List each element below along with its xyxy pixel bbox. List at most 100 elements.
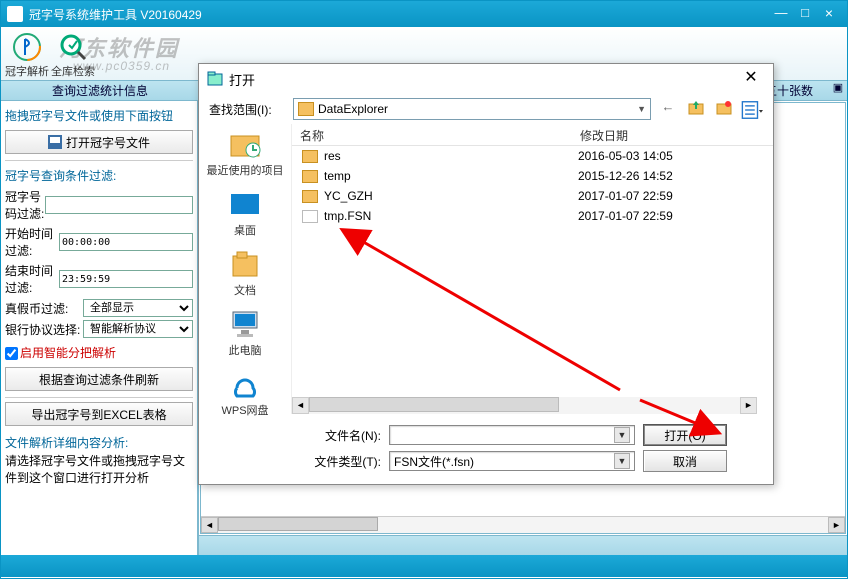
start-time-label: 开始时间过滤: <box>5 225 59 259</box>
place-documents-label: 文档 <box>199 282 291 298</box>
folder-icon <box>302 150 318 163</box>
view-menu-button[interactable] <box>741 99 763 119</box>
floppy-icon <box>48 135 62 149</box>
file-name: YC_GZH <box>324 189 578 203</box>
stats-header-label: 查询过滤统计信息 <box>1 81 199 100</box>
col-name[interactable]: 名称 <box>292 124 572 145</box>
look-in-value: DataExplorer <box>318 102 388 116</box>
place-documents[interactable]: 文档 <box>199 248 291 298</box>
file-row[interactable]: temp2015-12-26 14:52 <box>292 166 773 186</box>
place-recent-label: 最近使用的项目 <box>199 162 291 178</box>
tool-parse[interactable]: 冠字解析 <box>5 29 49 79</box>
filename-combo[interactable]: ▼ <box>389 425 635 445</box>
export-label: 导出冠字号到EXCEL表格 <box>31 406 166 423</box>
place-computer-label: 此电脑 <box>199 342 291 358</box>
look-in-label: 查找范围(I): <box>209 101 287 118</box>
nav-back-button[interactable]: ← <box>657 99 679 119</box>
file-date: 2017-01-07 22:59 <box>578 209 738 223</box>
chevron-down-icon: ▼ <box>614 427 630 443</box>
place-recent[interactable]: 最近使用的项目 <box>199 128 291 178</box>
filetype-label: 文件类型(T): <box>211 453 381 470</box>
open-file-button[interactable]: 打开冠字号文件 <box>5 130 193 154</box>
place-desktop[interactable]: 桌面 <box>199 188 291 238</box>
window-title: 冠字号系统维护工具 V20160429 <box>29 6 202 23</box>
folder-icon <box>302 190 318 203</box>
file-date: 2016-05-03 14:05 <box>578 149 738 163</box>
detail-section-label: 文件解析详细内容分析: <box>5 434 193 451</box>
dialog-cancel-button[interactable]: 取消 <box>643 450 727 472</box>
refresh-label: 根据查询过滤条件刷新 <box>39 371 159 388</box>
file-row[interactable]: YC_GZH2017-01-07 22:59 <box>292 186 773 206</box>
statusbar <box>1 555 847 577</box>
drag-hint: 拖拽冠字号文件或使用下面按钮 <box>5 107 193 124</box>
dialog-close-button[interactable]: ✕ <box>737 69 765 89</box>
chevron-down-icon: ▼ <box>637 104 646 114</box>
fl-scroll-right[interactable]: ► <box>740 397 757 414</box>
scroll-thumb[interactable] <box>218 517 378 531</box>
filelist-hscroll[interactable]: ◄ ► <box>292 397 757 414</box>
close-button[interactable]: × <box>817 5 841 23</box>
place-wps-label: WPS网盘 <box>199 402 291 418</box>
end-time-input[interactable] <box>59 270 193 288</box>
open-file-label: 打开冠字号文件 <box>66 134 150 151</box>
folder-icon <box>302 170 318 183</box>
filter-section-label: 冠字号查询条件过滤: <box>5 167 193 184</box>
smart-parse-checkbox[interactable]: 启用智能分把解析 <box>5 344 193 361</box>
filename-label: 文件名(N): <box>211 427 381 444</box>
detail-text: 请选择冠字号文件或拖拽冠字号文件到这个窗口进行打开分析 <box>5 453 193 487</box>
file-date: 2017-01-07 22:59 <box>578 189 738 203</box>
fl-scroll-thumb[interactable] <box>309 397 559 412</box>
chevron-down-icon: ▼ <box>614 453 630 469</box>
places-bar: 最近使用的项目 桌面 文档 此电脑 WPS网盘 <box>199 124 291 414</box>
filetype-combo[interactable]: FSN文件(*.fsn) ▼ <box>389 451 635 471</box>
bank-proto-label: 银行协议选择: <box>5 321 83 338</box>
export-excel-button[interactable]: 导出冠字号到EXCEL表格 <box>5 402 193 426</box>
end-time-label: 结束时间过滤: <box>5 262 59 296</box>
grid-footer <box>199 535 847 555</box>
refresh-button[interactable]: 根据查询过滤条件刷新 <box>5 367 193 391</box>
scroll-right-button[interactable]: ► <box>828 517 845 533</box>
code-filter-label: 冠字号码过滤: <box>5 188 45 222</box>
file-date: 2015-12-26 14:52 <box>578 169 738 183</box>
maximize-button[interactable]: □ <box>793 5 817 23</box>
open-file-dialog: 打开 ✕ 查找范围(I): DataExplorer ▼ ← 最近使用的项目 桌… <box>198 63 774 485</box>
fl-scroll-left[interactable]: ◄ <box>292 397 309 414</box>
file-row[interactable]: tmp.FSN2017-01-07 22:59 <box>292 206 773 226</box>
panel-toggle-icon[interactable]: ▣ <box>829 81 847 100</box>
minimize-button[interactable]: — <box>769 5 793 23</box>
look-in-combo[interactable]: DataExplorer ▼ <box>293 98 651 120</box>
col-date[interactable]: 修改日期 <box>572 124 732 145</box>
dialog-icon <box>207 71 223 87</box>
tool-search-label: 全库检索 <box>51 63 95 79</box>
horizontal-scrollbar[interactable]: ◄ ► <box>201 516 845 533</box>
dialog-open-button[interactable]: 打开(O) <box>643 424 727 446</box>
filter-panel: 拖拽冠字号文件或使用下面按钮 打开冠字号文件 冠字号查询条件过滤: 冠字号码过滤… <box>1 101 199 555</box>
file-list: 名称 修改日期 res2016-05-03 14:05temp2015-12-2… <box>291 124 773 414</box>
folder-icon <box>298 102 314 116</box>
file-row[interactable]: res2016-05-03 14:05 <box>292 146 773 166</box>
tf-filter-label: 真假币过滤: <box>5 300 83 317</box>
dialog-title: 打开 <box>229 70 255 89</box>
main-titlebar: 冠字号系统维护工具 V20160429 — □ × <box>1 1 847 27</box>
tool-parse-label: 冠字解析 <box>5 63 49 79</box>
scroll-left-button[interactable]: ◄ <box>201 517 218 533</box>
dialog-titlebar: 打开 ✕ <box>199 64 773 94</box>
file-name: temp <box>324 169 578 183</box>
file-name: res <box>324 149 578 163</box>
place-desktop-label: 桌面 <box>199 222 291 238</box>
place-computer[interactable]: 此电脑 <box>199 308 291 358</box>
smart-parse-label: 启用智能分把解析 <box>20 346 116 360</box>
file-name: tmp.FSN <box>324 209 578 223</box>
app-icon <box>7 6 23 22</box>
place-wps[interactable]: WPS网盘 <box>199 368 291 418</box>
bank-proto-select[interactable]: 智能解析协议 <box>83 320 193 338</box>
nav-up-button[interactable] <box>685 99 707 119</box>
tf-filter-select[interactable]: 全部显示 <box>83 299 193 317</box>
code-filter-input[interactable] <box>45 196 193 214</box>
start-time-input[interactable] <box>59 233 193 251</box>
new-folder-button[interactable] <box>713 99 735 119</box>
tool-search[interactable]: 全库检索 <box>51 29 95 79</box>
filetype-value: FSN文件(*.fsn) <box>394 453 474 470</box>
file-icon <box>302 210 318 223</box>
file-list-header: 名称 修改日期 <box>292 124 773 146</box>
